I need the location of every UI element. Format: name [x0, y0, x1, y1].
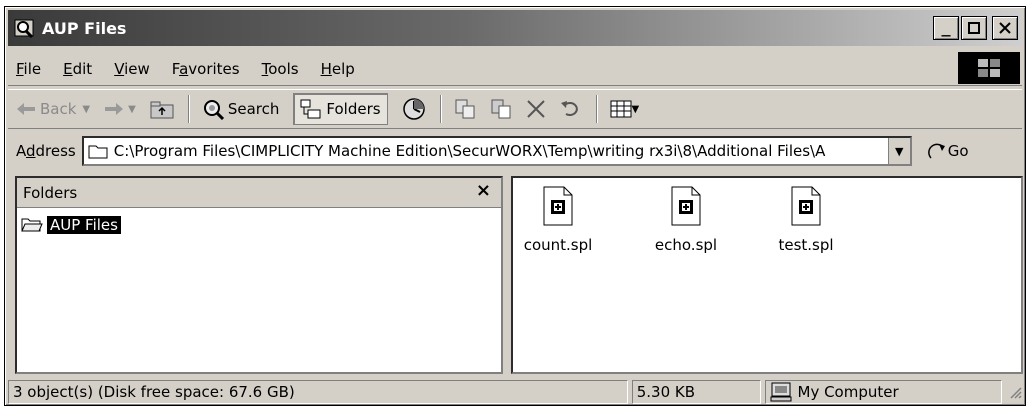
window-title: AUP Files	[42, 18, 127, 38]
menu-help[interactable]: Help	[321, 60, 355, 78]
explorer-window: AUP Files _ File Edit View Favorites Too…	[4, 6, 1026, 406]
search-icon	[203, 100, 224, 120]
menu-file[interactable]: File	[16, 60, 41, 78]
undo-button[interactable]	[560, 100, 582, 118]
views-icon	[610, 100, 632, 118]
toolbar-separator	[187, 95, 190, 123]
title-bar[interactable]: AUP Files _	[8, 10, 1022, 46]
explorer-search-icon	[14, 17, 36, 39]
address-dropdown-button[interactable]: ▼	[887, 138, 910, 164]
menu-bar: File Edit View Favorites Tools Help	[8, 52, 1022, 86]
folders-pane: Folders × AUP Files	[15, 176, 503, 374]
forward-button[interactable]: ▼	[104, 102, 136, 116]
toolbar-separator	[595, 95, 598, 123]
history-icon	[402, 98, 425, 120]
standard-toolbar: Back ▼ ▼ Search Folders ▼	[8, 89, 1022, 129]
minimize-button[interactable]: _	[933, 16, 959, 40]
status-zone: My Computer	[764, 379, 1003, 404]
maximize-icon	[968, 22, 980, 34]
go-button[interactable]: Go	[927, 141, 969, 161]
address-bar: Address C:\Program Files\CIMPLICITY Mach…	[8, 133, 1022, 169]
file-item[interactable]: test.spl	[761, 186, 851, 254]
folders-pane-close-button[interactable]: ×	[476, 180, 491, 201]
move-to-button[interactable]	[454, 98, 476, 120]
folders-tree-icon	[300, 99, 321, 119]
file-name: count.spl	[523, 236, 593, 254]
file-item[interactable]: count.spl	[513, 186, 603, 254]
views-button[interactable]: ▼	[610, 100, 640, 118]
status-object-count: 3 object(s) (Disk free space: 67.6 GB)	[8, 379, 628, 404]
computer-icon	[770, 382, 791, 401]
back-dropdown-icon[interactable]: ▼	[82, 104, 90, 115]
search-label: Search	[227, 100, 280, 118]
toolbar-separator	[439, 95, 442, 123]
folders-label: Folders	[326, 100, 381, 118]
tree-item-aup-files[interactable]: AUP Files	[21, 216, 501, 234]
windows-flag-icon	[978, 59, 1000, 77]
tree-item-label: AUP Files	[47, 216, 121, 234]
spl-file-icon	[790, 186, 822, 226]
up-folder-button[interactable]	[150, 99, 174, 119]
go-arrow-icon	[927, 143, 945, 159]
menu-edit[interactable]: Edit	[63, 60, 92, 78]
address-path: C:\Program Files\CIMPLICITY Machine Edit…	[113, 142, 826, 160]
history-button[interactable]	[402, 97, 426, 121]
file-item[interactable]: echo.spl	[641, 186, 731, 254]
resize-grip-icon[interactable]	[1008, 385, 1022, 399]
file-name: echo.spl	[654, 236, 718, 254]
spl-file-icon	[542, 186, 574, 226]
copy-to-icon	[491, 99, 511, 119]
menu-view[interactable]: View	[114, 60, 150, 78]
menu-tools[interactable]: Tools	[262, 60, 299, 78]
back-arrow-icon	[17, 103, 35, 115]
up-folder-icon	[150, 101, 174, 119]
back-label: Back	[40, 100, 77, 118]
forward-dropdown-icon[interactable]: ▼	[128, 104, 136, 115]
forward-arrow-icon	[105, 103, 124, 115]
move-to-icon	[455, 99, 475, 119]
status-bar: 3 object(s) (Disk free space: 67.6 GB) 5…	[8, 379, 1022, 404]
windows-logo	[958, 52, 1020, 84]
views-dropdown-icon[interactable]: ▼	[632, 104, 640, 115]
delete-button[interactable]	[526, 99, 546, 119]
menu-favorites[interactable]: Favorites	[172, 60, 240, 78]
spl-file-icon	[670, 186, 702, 226]
status-zone-label: My Computer	[797, 382, 899, 401]
close-button[interactable]	[992, 16, 1018, 40]
maximize-button[interactable]	[961, 16, 987, 40]
search-button[interactable]: Search	[202, 98, 280, 120]
chevron-down-icon: ▼	[895, 144, 904, 158]
open-folder-icon	[21, 218, 43, 232]
file-name: test.spl	[778, 236, 834, 254]
status-size: 5.30 KB	[631, 379, 761, 404]
address-input[interactable]: C:\Program Files\CIMPLICITY Machine Edit…	[81, 136, 912, 166]
close-icon	[999, 22, 1011, 34]
folder-icon	[88, 145, 108, 159]
delete-icon	[526, 100, 545, 118]
folders-pane-header: Folders ×	[17, 178, 501, 208]
copy-to-button[interactable]	[490, 98, 512, 120]
go-label: Go	[947, 142, 969, 160]
file-list-pane: count.spl echo.spl test.spl	[511, 176, 1023, 374]
folders-button[interactable]: Folders	[293, 93, 388, 125]
undo-icon	[560, 101, 578, 116]
address-label: Address	[16, 142, 76, 160]
back-button[interactable]: Back ▼	[16, 100, 90, 118]
folders-pane-title: Folders	[23, 183, 78, 202]
minimize-icon: _	[941, 19, 951, 37]
